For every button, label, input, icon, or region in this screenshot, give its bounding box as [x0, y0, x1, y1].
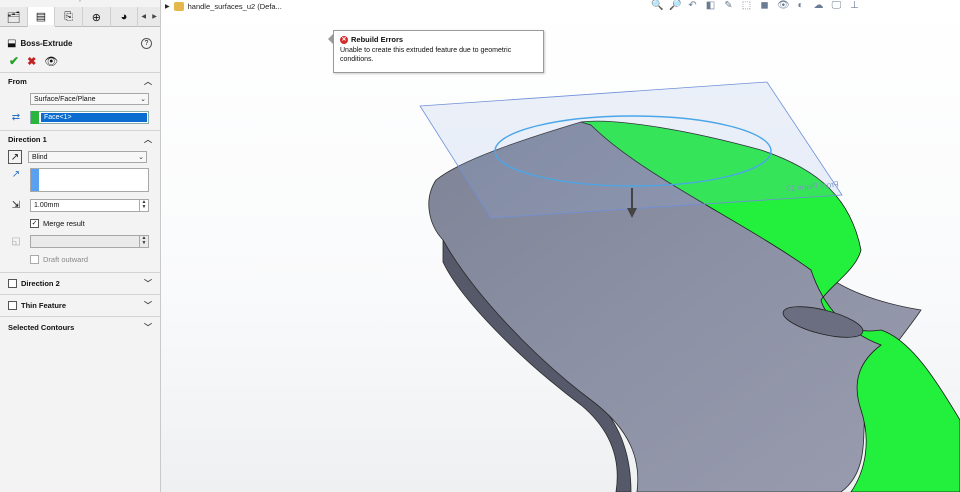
from-section-header[interactable]: From ︿ [0, 72, 160, 90]
expand-icon: ﹀ [144, 279, 152, 288]
start-condition-select[interactable]: Surface/Face/Plane ⌄ [30, 93, 149, 105]
apply-scene-icon[interactable]: ☁ [813, 0, 824, 12]
from-face-row: ⇄ Face<1> [0, 108, 160, 126]
merge-result-label: Merge result [43, 218, 85, 228]
error-title: Rebuild Errors [351, 35, 404, 44]
draft-angle-input[interactable]: ▲ ▼ [30, 234, 149, 248]
boss-extrude-icon: ⬓ [7, 37, 17, 49]
depth-value: 1.00mm [34, 201, 60, 209]
feature-header: ⬓ Boss-Extrude ? [0, 34, 160, 52]
direction2-section-header[interactable]: Direction 2 ﹀ [0, 272, 160, 294]
reverse-direction-icon[interactable]: ↗ [8, 150, 22, 164]
end-condition-value: Blind [32, 153, 48, 161]
chevron-down-icon: ⌄ [138, 154, 144, 161]
display-manager-icon: ◕ [120, 11, 128, 23]
zoom-to-area-icon[interactable]: 🔎 [669, 0, 681, 12]
cancel-button[interactable]: ✖ [27, 55, 36, 68]
pin-icon[interactable]: ⊥ [849, 0, 860, 12]
help-button[interactable]: ? [141, 37, 152, 49]
direction-vector-row: ↗ [0, 166, 160, 194]
property-manager-icon: ▤ [35, 10, 47, 23]
thin-feature-section-header[interactable]: Thin Feature ﹀ [0, 294, 160, 316]
collapse-icon: ︿ [144, 135, 152, 144]
direction-vector-selection[interactable] [30, 168, 149, 192]
spinner-icon: ▲ ▼ [139, 235, 148, 247]
direction2-checkbox[interactable] [8, 279, 17, 288]
selected-contours-section-header[interactable]: Selected Contours ﹀ [0, 316, 160, 338]
property-manager: ° 🗂 ▤ ⎘ ⊕ ◕ ◀ ▶ ⬓ Boss-Extrude ? ✔ ✖ 👁 F… [0, 0, 161, 492]
section-view-icon[interactable]: ◧ [705, 0, 716, 12]
feature-manager-icon: 🗂 [6, 11, 21, 24]
depth-row: ⇲ 1.00mm ▲ ▼ [0, 196, 160, 214]
thin-feature-label: Thin Feature [21, 301, 67, 310]
direction2-label: Direction 2 [21, 279, 60, 288]
depth-input[interactable]: 1.00mm ▲ ▼ [30, 198, 149, 212]
dynamic-annotation-icon[interactable]: ✎ [723, 0, 734, 12]
direction1-header-label: Direction 1 [8, 135, 47, 144]
zoom-to-fit-icon[interactable]: 🔍 [651, 0, 663, 12]
dimxpert-tab[interactable]: ⊕ [83, 7, 111, 27]
end-condition-row: ↗ Blind ⌄ [0, 148, 160, 166]
property-manager-tab[interactable]: ▤ [27, 7, 56, 27]
ok-button[interactable]: ✔ [9, 54, 19, 68]
start-condition-value: Surface/Face/Plane [34, 95, 96, 103]
model-view: Front Plane 10 [419, 81, 960, 492]
part-name: handle_surfaces_u2 (Defa... [187, 1, 282, 11]
reverse-direction-icon[interactable]: ⇄ [8, 109, 24, 125]
selected-face-value: Face<1> [41, 112, 147, 122]
from-face-selection[interactable]: Face<1> [30, 110, 149, 124]
detailed-preview-icon[interactable]: 👁 [44, 55, 58, 68]
manager-tabs: 🗂 ▤ ⎘ ⊕ ◕ ◀ ▶ [0, 7, 160, 27]
view-settings-icon[interactable]: 🖵 [831, 0, 842, 12]
expand-arrow-icon[interactable]: ▶ [165, 3, 170, 10]
face-color-swatch [31, 110, 39, 124]
spinner-icon[interactable]: ▲ ▼ [139, 199, 148, 211]
direction1-section-header[interactable]: Direction 1 ︿ [0, 130, 160, 148]
depth-icon: ⇲ [11, 199, 21, 211]
from-header-label: From [8, 77, 27, 86]
thin-feature-checkbox[interactable] [8, 301, 17, 310]
error-message: Unable to create this extruded feature d… [340, 47, 512, 63]
tab-scroll: ◀ ▶ [138, 7, 160, 26]
error-header: ✕ Rebuild Errors [340, 35, 537, 44]
scroll-left-icon[interactable]: ◀ [141, 13, 146, 20]
part-icon [173, 1, 184, 11]
direction-arrow-icon: ↗ [11, 168, 21, 180]
feature-manager-tab[interactable]: 🗂 [0, 7, 28, 27]
draft-icon: ◱ [11, 235, 21, 247]
merge-result-checkbox[interactable]: ✓ [30, 218, 39, 228]
edit-appearance-icon[interactable]: ◐ [795, 0, 806, 12]
hide-show-icon[interactable]: 👁 [777, 0, 790, 12]
draft-outward-row: Draft outward [0, 250, 160, 268]
direction-color-swatch [31, 169, 39, 191]
previous-view-icon[interactable]: ↶ [687, 0, 698, 12]
display-style-icon[interactable]: ◼ [759, 0, 770, 12]
view-orientation-icon[interactable]: ⬚ [741, 0, 752, 12]
configuration-manager-tab[interactable]: ⎘ [55, 7, 83, 27]
scroll-right-icon[interactable]: ▶ [152, 13, 157, 20]
selected-contours-label: Selected Contours [8, 323, 75, 332]
start-condition-row: Surface/Face/Plane ⌄ [0, 90, 160, 108]
merge-result-row: ✓ Merge result [0, 214, 160, 232]
feature-title: Boss-Extrude [20, 38, 73, 48]
configuration-manager-icon: ⎘ [64, 10, 74, 23]
draft-angle-row: ◱ ▲ ▼ [0, 232, 160, 250]
display-manager-tab[interactable]: ◕ [111, 7, 139, 27]
graphics-viewport[interactable]: Front Plane 10 ▶ handle_surfaces_u2 (Def… [161, 0, 960, 492]
dimxpert-icon: ⊕ [91, 11, 101, 24]
feature-tree-flyout[interactable]: ▶ handle_surfaces_u2 (Defa... [165, 0, 282, 12]
heads-up-toolbar: 🔍 🔎 ↶ ◧ ✎ ⬚ ◼ 👁 ◐ ☁ 🖵 ⊥ [651, 0, 860, 12]
draft-outward-label: Draft outward [43, 254, 89, 264]
action-buttons: ✔ ✖ 👁 [0, 52, 160, 70]
collapse-icon: ︿ [144, 77, 152, 86]
chevron-down-icon: ⌄ [140, 96, 146, 103]
end-condition-select[interactable]: Blind ⌄ [28, 151, 147, 163]
rebuild-error-popup: ✕ Rebuild Errors Unable to create this e… [333, 30, 544, 73]
expand-icon: ﹀ [144, 301, 152, 310]
error-icon: ✕ [340, 35, 348, 44]
draft-outward-checkbox[interactable] [30, 254, 39, 264]
panel-grip[interactable]: ° [0, 0, 160, 7]
expand-icon: ﹀ [144, 323, 152, 332]
